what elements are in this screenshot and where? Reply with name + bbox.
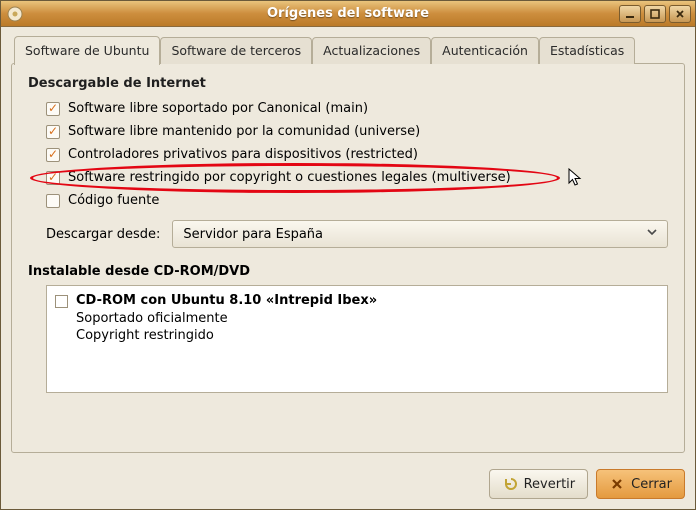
download-server-combo[interactable]: Servidor para España bbox=[172, 220, 668, 248]
cdrom-listbox[interactable]: CD-ROM con Ubuntu 8.10 «Intrepid Ibex» S… bbox=[46, 285, 668, 393]
titlebar[interactable]: Orígenes del software bbox=[1, 1, 695, 27]
minimize-button[interactable] bbox=[619, 5, 641, 23]
close-window-button[interactable] bbox=[669, 5, 691, 23]
row-restricted: Controladores privativos para dispositiv… bbox=[28, 143, 668, 166]
close-label: Cerrar bbox=[631, 477, 672, 492]
checkbox-main[interactable] bbox=[46, 102, 60, 116]
label-multiverse: Software restringido por copyright o cue… bbox=[68, 170, 511, 185]
app-icon bbox=[7, 6, 23, 22]
tab-updates[interactable]: Actualizaciones bbox=[312, 37, 431, 64]
window-title: Orígenes del software bbox=[1, 6, 695, 21]
row-universe: Software libre mantenido por la comunida… bbox=[28, 120, 668, 143]
close-button[interactable]: Cerrar bbox=[596, 469, 685, 499]
tab-statistics[interactable]: Estadísticas bbox=[539, 37, 635, 64]
cdrom-line1: CD-ROM con Ubuntu 8.10 «Intrepid Ibex» bbox=[76, 292, 377, 310]
cdrom-line2: Soportado oficialmente bbox=[76, 310, 377, 328]
revert-button[interactable]: Revertir bbox=[489, 469, 589, 499]
label-main: Software libre soportado por Canonical (… bbox=[68, 101, 368, 116]
download-server-value: Servidor para España bbox=[183, 227, 323, 242]
revert-label: Revertir bbox=[524, 477, 576, 492]
tab-ubuntu-software[interactable]: Software de Ubuntu bbox=[14, 36, 160, 65]
dialog-button-row: Revertir Cerrar bbox=[1, 461, 695, 509]
checkbox-multiverse[interactable] bbox=[46, 171, 60, 185]
row-multiverse: Software restringido por copyright o cue… bbox=[28, 166, 668, 189]
cdrom-item-text: CD-ROM con Ubuntu 8.10 «Intrepid Ibex» S… bbox=[76, 292, 377, 345]
undo-icon bbox=[502, 476, 518, 492]
content-area: Software de Ubuntu Software de terceros … bbox=[1, 27, 695, 461]
cdrom-line3: Copyright restringido bbox=[76, 327, 377, 345]
checkbox-restricted[interactable] bbox=[46, 148, 60, 162]
label-universe: Software libre mantenido por la comunida… bbox=[68, 124, 420, 139]
maximize-button[interactable] bbox=[644, 5, 666, 23]
row-main: Software libre soportado por Canonical (… bbox=[28, 97, 668, 120]
software-sources-window: Orígenes del software Software de Ubuntu… bbox=[0, 0, 696, 510]
close-icon bbox=[609, 476, 625, 492]
downloadable-section-title: Descargable de Internet bbox=[28, 76, 668, 91]
checkbox-source[interactable] bbox=[46, 194, 60, 208]
tab-authentication[interactable]: Autenticación bbox=[431, 37, 539, 64]
tabstrip: Software de Ubuntu Software de terceros … bbox=[14, 35, 685, 64]
label-source: Código fuente bbox=[68, 193, 159, 208]
row-source: Código fuente bbox=[28, 189, 668, 212]
download-from-row: Descargar desde: Servidor para España bbox=[28, 220, 668, 248]
list-item[interactable]: CD-ROM con Ubuntu 8.10 «Intrepid Ibex» S… bbox=[55, 292, 659, 345]
download-from-label: Descargar desde: bbox=[46, 227, 160, 242]
label-restricted: Controladores privativos para dispositiv… bbox=[68, 147, 418, 162]
chevron-down-icon bbox=[643, 226, 661, 242]
cdrom-section-title: Instalable desde CD-ROM/DVD bbox=[28, 264, 668, 279]
tab-panel: Descargable de Internet Software libre s… bbox=[11, 63, 685, 453]
tab-third-party[interactable]: Software de terceros bbox=[160, 37, 312, 64]
checkbox-cdrom[interactable] bbox=[55, 295, 68, 308]
checkbox-universe[interactable] bbox=[46, 125, 60, 139]
